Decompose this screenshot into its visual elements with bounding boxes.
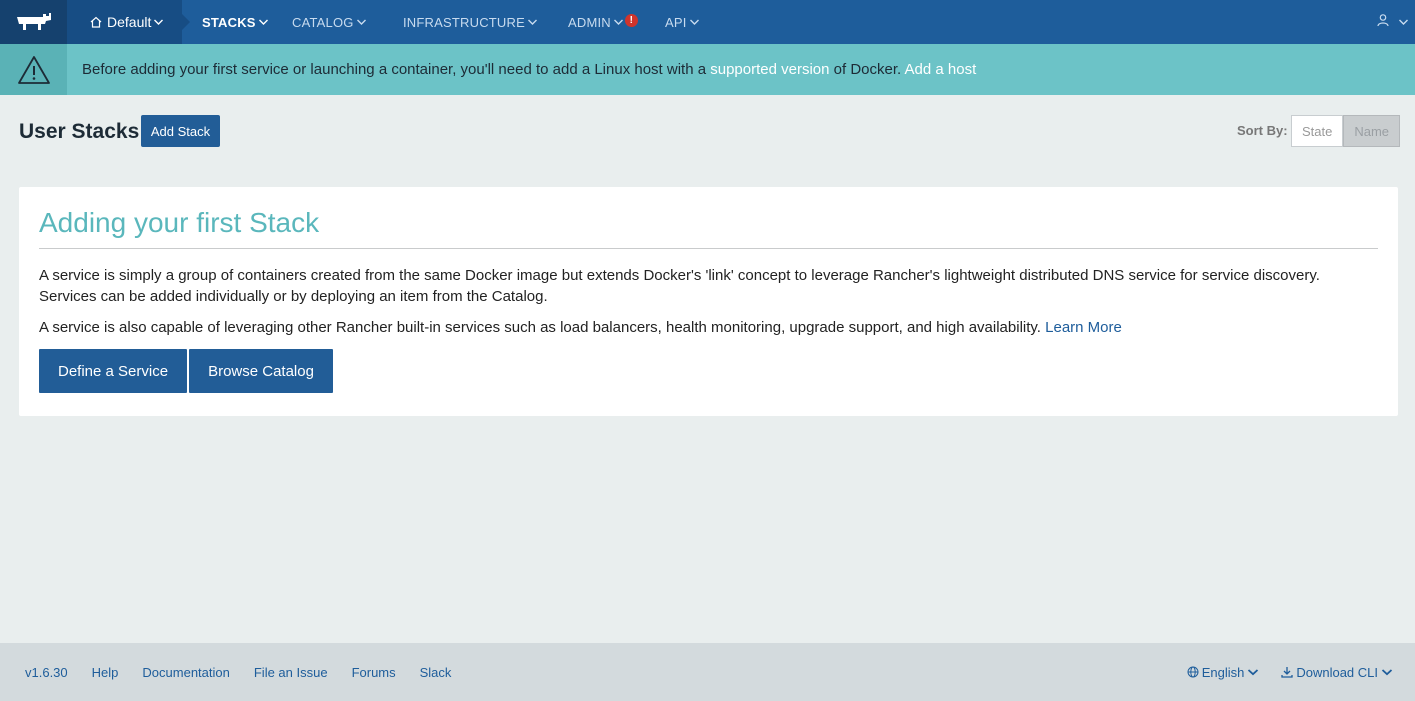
top-nav: Default STACKS CATALOG INFRASTRUCTURE AD… — [0, 0, 1415, 44]
banner-message: Before adding your first service or laun… — [82, 61, 976, 78]
nav-admin-label: ADMIN — [568, 14, 611, 30]
card-description-2: A service is also capable of leveraging … — [39, 317, 1378, 338]
browse-catalog-button[interactable]: Browse Catalog — [189, 349, 333, 393]
banner-text-middle: of Docker. — [829, 61, 905, 78]
supported-version-link[interactable]: supported version — [710, 61, 829, 78]
footer-version-link[interactable]: v1.6.30 — [25, 665, 68, 680]
card-title: Adding your first Stack — [39, 207, 1378, 249]
sort-toggle: State Name — [1291, 115, 1401, 147]
environment-switcher[interactable]: Default — [67, 0, 190, 44]
footer-links: v1.6.30 Help Documentation File an Issue… — [25, 665, 451, 680]
chevron-down-icon — [527, 18, 538, 26]
nav-catalog-label: CATALOG — [292, 14, 354, 30]
nav-catalog[interactable]: CATALOG — [292, 0, 367, 44]
language-label: English — [1201, 664, 1245, 680]
empty-state-card: Adding your first Stack A service is sim… — [19, 187, 1398, 416]
globe-icon — [1187, 666, 1199, 678]
chevron-down-icon — [613, 18, 624, 26]
footer-help-link[interactable]: Help — [92, 665, 119, 680]
footer: v1.6.30 Help Documentation File an Issue… — [0, 643, 1415, 701]
nav-admin[interactable]: ADMIN ! — [568, 0, 638, 44]
add-host-link[interactable]: Add a host — [905, 61, 977, 78]
admin-alert-badge: ! — [624, 13, 638, 27]
add-stack-button[interactable]: Add Stack — [141, 115, 220, 147]
download-cli-label: Download CLI — [1296, 664, 1378, 680]
nav-infrastructure[interactable]: INFRASTRUCTURE — [403, 0, 538, 44]
chevron-down-icon — [153, 18, 164, 26]
chevron-down-icon — [1398, 18, 1409, 26]
nav-stacks[interactable]: STACKS — [202, 0, 269, 44]
rancher-logo[interactable] — [0, 0, 67, 44]
chevron-down-icon — [689, 18, 700, 26]
footer-right: English Download CLI — [1187, 643, 1393, 701]
nav-infrastructure-label: INFRASTRUCTURE — [403, 14, 525, 30]
page-title: User Stacks — [19, 120, 140, 143]
footer-documentation-link[interactable]: Documentation — [142, 665, 229, 680]
sort-by-label: Sort By: — [1237, 123, 1288, 138]
card-description: A service is simply a group of container… — [39, 267, 1320, 305]
card-description-2-text: A service is also capable of leveraging … — [39, 319, 1046, 336]
download-icon — [1281, 666, 1293, 678]
sort-name-button[interactable]: Name — [1343, 115, 1401, 147]
warning-icon — [0, 44, 67, 95]
card-actions: Define a Service Browse Catalog — [39, 349, 1378, 393]
environment-name: Default — [107, 14, 152, 30]
chevron-down-icon — [258, 18, 269, 26]
home-icon — [89, 15, 103, 29]
user-menu[interactable] — [1376, 0, 1409, 44]
banner-text-before: Before adding your first service or laun… — [82, 61, 711, 78]
footer-file-issue-link[interactable]: File an Issue — [254, 665, 328, 680]
chevron-down-icon — [1247, 668, 1259, 676]
user-icon — [1376, 13, 1390, 32]
define-service-button[interactable]: Define a Service — [39, 349, 188, 393]
chevron-down-icon — [1381, 668, 1393, 676]
host-warning-banner: Before adding your first service or laun… — [0, 44, 1415, 95]
language-selector[interactable]: English — [1187, 665, 1260, 680]
download-cli-menu[interactable]: Download CLI — [1281, 665, 1393, 680]
sort-state-button[interactable]: State — [1291, 115, 1344, 147]
learn-more-link[interactable]: Learn More — [1045, 319, 1122, 336]
nav-api[interactable]: API — [665, 0, 700, 44]
chevron-down-icon — [356, 18, 367, 26]
nav-api-label: API — [665, 14, 687, 30]
nav-stacks-label: STACKS — [202, 14, 256, 30]
footer-slack-link[interactable]: Slack — [420, 665, 452, 680]
footer-forums-link[interactable]: Forums — [352, 665, 396, 680]
